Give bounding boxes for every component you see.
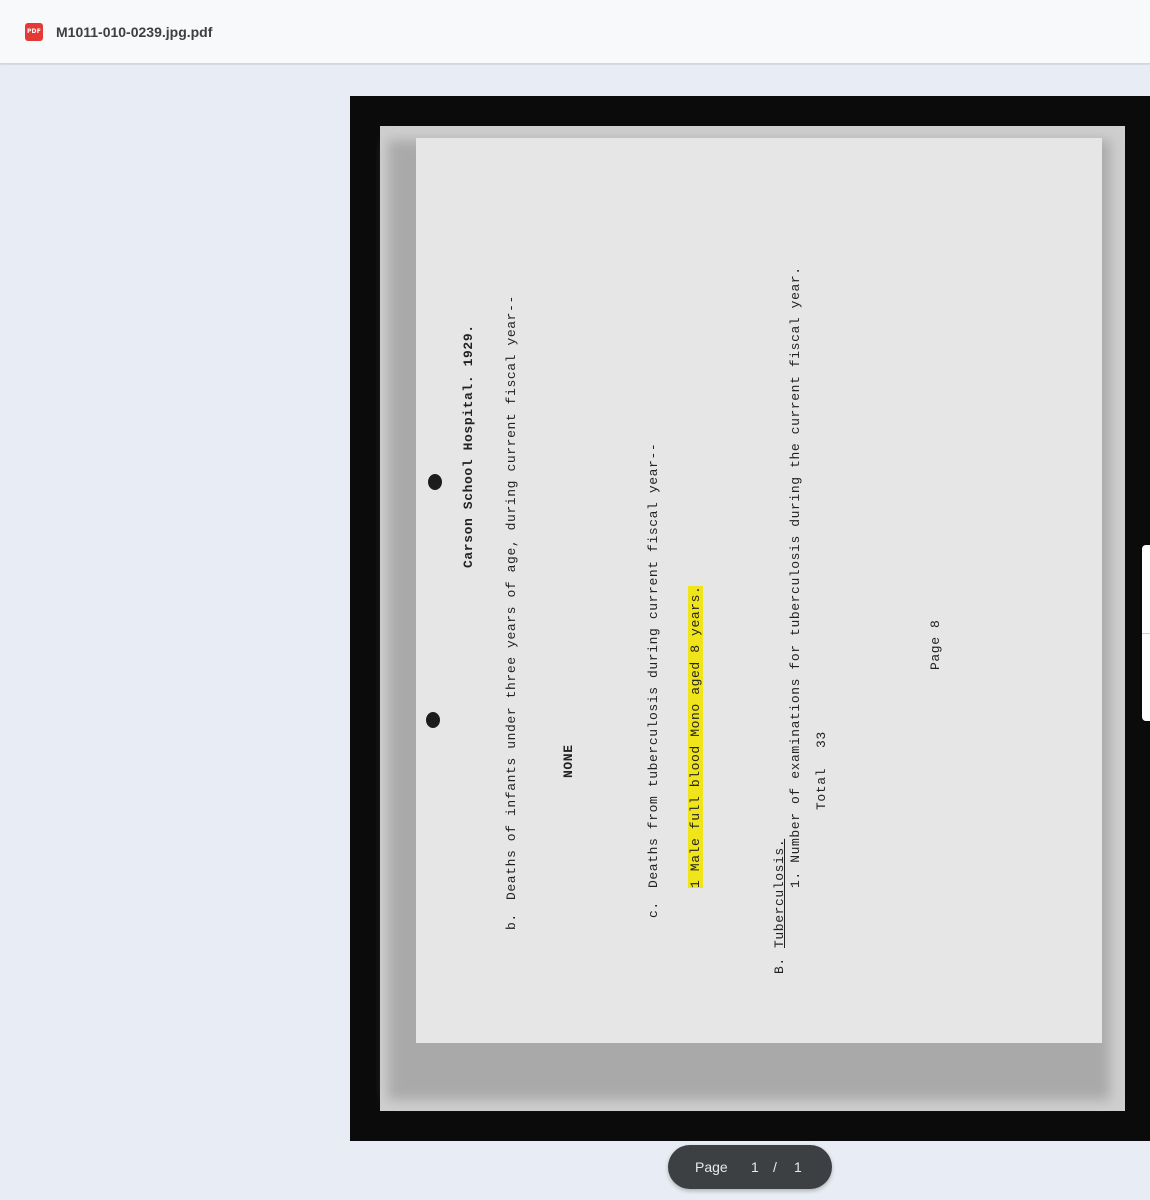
- total-value: 33: [814, 731, 829, 748]
- page-separator: /: [773, 1159, 777, 1175]
- pdf-file-icon: PDF: [25, 23, 43, 41]
- current-page[interactable]: 1: [751, 1145, 759, 1189]
- scanned-page: Carson School Hospital. 1929. b. Deaths …: [350, 96, 1150, 1141]
- side-tab-divider: [1142, 633, 1150, 634]
- tuberculosis-heading: Tuberculosis.: [772, 838, 787, 948]
- side-panel-toggle[interactable]: [1142, 545, 1150, 721]
- punch-hole: [428, 474, 442, 490]
- total-label: Total: [814, 767, 829, 810]
- section-B-label: B.: [772, 957, 787, 974]
- page-indicator[interactable]: Page 1 / 1: [668, 1145, 832, 1189]
- file-name: M1011-010-0239.jpg.pdf: [56, 24, 213, 40]
- section-b-label: b.: [504, 913, 519, 930]
- page-number-text: Page 8: [928, 619, 943, 670]
- total-pages: 1: [794, 1159, 802, 1175]
- page-label: Page: [695, 1159, 728, 1175]
- examination-line: 1. Number of examinations for tuberculos…: [788, 266, 803, 888]
- top-bar: PDF M1011-010-0239.jpg.pdf: [0, 0, 1150, 64]
- section-b-text: Deaths of infants under three years of a…: [504, 295, 519, 900]
- punch-hole: [426, 712, 440, 728]
- paper-sheet: Carson School Hospital. 1929. b. Deaths …: [416, 138, 1102, 1043]
- section-c-text: Deaths from tuberculosis during current …: [646, 442, 661, 888]
- highlighted-entry: 1 Male full blood Mono aged 8 years.: [688, 585, 703, 888]
- section-c-label: c.: [646, 901, 661, 918]
- document-title: Carson School Hospital. 1929.: [461, 324, 476, 568]
- scan-background: Carson School Hospital. 1929. b. Deaths …: [380, 126, 1125, 1111]
- none-text: NONE: [561, 744, 576, 778]
